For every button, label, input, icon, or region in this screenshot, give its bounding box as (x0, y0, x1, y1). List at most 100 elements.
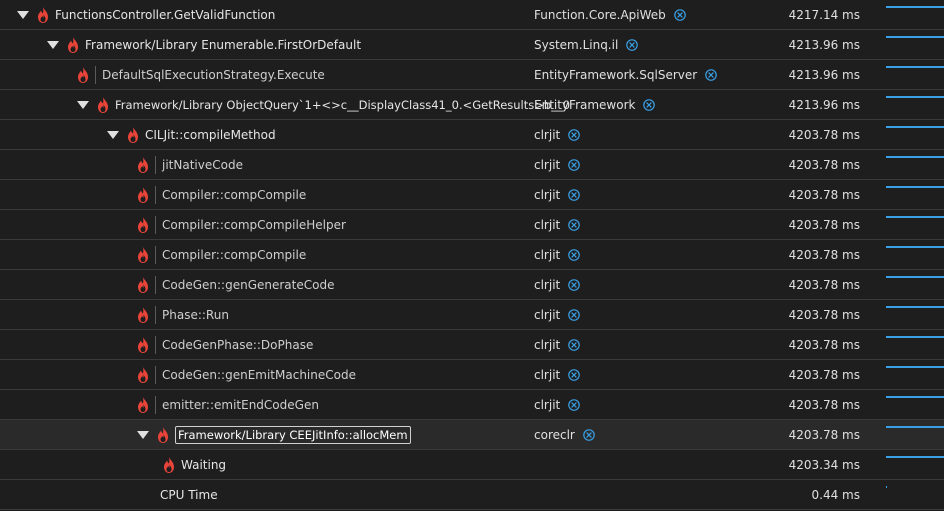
time-cell: 4203.78 ms (788, 127, 860, 142)
flame-icon (126, 126, 140, 143)
module-cell: clrjit (534, 210, 581, 239)
function-name: jitNativeCode (162, 157, 243, 172)
flame-icon (162, 456, 176, 473)
module-name: EntityFramework (534, 97, 636, 112)
time-bar (886, 486, 887, 488)
module-name: clrjit (534, 367, 561, 382)
table-row[interactable]: Framework/Library CEEJitInfo::allocMem c… (0, 420, 944, 450)
module-name: clrjit (534, 307, 561, 322)
circle-x-icon[interactable] (568, 188, 581, 201)
time-cell: 4203.78 ms (788, 397, 860, 412)
chevron-down-icon[interactable] (106, 128, 120, 142)
tree-guide-line (155, 395, 156, 414)
name-cell: Compiler::compCompile (136, 240, 306, 269)
circle-x-icon[interactable] (568, 398, 581, 411)
table-row[interactable]: CodeGen::genEmitMachineCode clrjit 4203.… (0, 360, 944, 390)
table-row[interactable]: CodeGen::genGenerateCode clrjit 4203.78 … (0, 270, 944, 300)
time-cell: 4203.78 ms (788, 307, 860, 322)
name-cell: Framework/Library Enumerable.FirstOrDefa… (46, 30, 361, 59)
time-cell: 0.44 ms (811, 487, 860, 502)
circle-x-icon[interactable] (583, 428, 595, 441)
table-row[interactable]: CPU Time 0.44 ms (0, 480, 944, 510)
circle-x-icon[interactable] (568, 338, 581, 351)
chevron-down-icon[interactable] (46, 38, 60, 52)
time-cell: 4203.78 ms (788, 187, 860, 202)
flame-icon (136, 186, 150, 203)
table-row[interactable]: CodeGenPhase::DoPhase clrjit 4203.78 ms (0, 330, 944, 360)
time-cell: 4203.78 ms (788, 247, 860, 262)
module-name: clrjit (534, 157, 561, 172)
table-row[interactable]: Compiler::compCompileHelper clrjit 4203.… (0, 210, 944, 240)
time-bar (886, 456, 944, 458)
flame-icon (136, 306, 150, 323)
function-name: Framework/Library CEEJitInfo::allocMem (175, 425, 411, 444)
name-cell: jitNativeCode (136, 150, 243, 179)
name-cell: Compiler::compCompile (136, 180, 306, 209)
circle-x-icon[interactable] (673, 8, 686, 21)
time-bar (886, 306, 944, 308)
module-name: clrjit (534, 397, 561, 412)
time-cell: 4217.14 ms (788, 7, 860, 22)
time-bar (886, 36, 944, 38)
table-row[interactable]: Framework/Library ObjectQuery`1+<>c__Dis… (0, 90, 944, 120)
chevron-down-icon[interactable] (16, 8, 30, 22)
module-cell: coreclr (534, 420, 595, 449)
flame-icon (36, 6, 50, 23)
table-row[interactable]: jitNativeCode clrjit 4203.78 ms (0, 150, 944, 180)
function-name: Framework/Library Enumerable.FirstOrDefa… (85, 37, 362, 52)
time-bar (886, 66, 944, 68)
function-name: Phase::Run (162, 307, 229, 322)
name-cell: Framework/Library ObjectQuery`1+<>c__Dis… (76, 90, 570, 119)
circle-x-icon[interactable] (626, 38, 639, 51)
chevron-down-icon[interactable] (76, 98, 90, 112)
table-row[interactable]: FunctionsController.GetValidFunction Fun… (0, 0, 944, 30)
module-name: clrjit (534, 217, 561, 232)
circle-x-icon[interactable] (568, 308, 581, 321)
module-cell: clrjit (534, 120, 581, 149)
module-name: coreclr (534, 427, 575, 442)
tree-guide-line (155, 215, 156, 234)
chevron-down-icon[interactable] (136, 428, 150, 442)
function-name: Compiler::compCompile (162, 187, 307, 202)
name-cell: CPU Time (160, 480, 218, 509)
circle-x-icon[interactable] (705, 68, 718, 81)
flame-icon (136, 396, 150, 413)
name-cell: DefaultSqlExecutionStrategy.Execute (76, 60, 325, 89)
table-row[interactable]: Phase::Run clrjit 4203.78 ms (0, 300, 944, 330)
function-name: CodeGen::genGenerateCode (162, 277, 335, 292)
time-bar (886, 336, 944, 338)
table-row[interactable]: Framework/Library Enumerable.FirstOrDefa… (0, 30, 944, 60)
module-cell: System.Linq.il (534, 30, 639, 59)
tree-guide-line (155, 305, 156, 324)
time-bar (886, 276, 944, 278)
table-row[interactable]: emitter::emitEndCodeGen clrjit 4203.78 m… (0, 390, 944, 420)
module-cell: clrjit (534, 240, 581, 269)
table-row[interactable]: DefaultSqlExecutionStrategy.Execute Enti… (0, 60, 944, 90)
module-cell: clrjit (534, 360, 581, 389)
flame-icon (136, 276, 150, 293)
time-bar (886, 96, 944, 98)
table-row[interactable]: CILJit::compileMethod clrjit 4203.78 ms (0, 120, 944, 150)
tree-guide-line (155, 335, 156, 354)
circle-x-icon[interactable] (568, 248, 581, 261)
circle-x-icon[interactable] (568, 278, 581, 291)
circle-x-icon[interactable] (568, 368, 581, 381)
time-cell: 4203.78 ms (788, 157, 860, 172)
flame-icon (136, 246, 150, 263)
module-name: clrjit (534, 337, 561, 352)
circle-x-icon[interactable] (568, 158, 581, 171)
tree-guide-line (155, 155, 156, 174)
circle-x-icon[interactable] (568, 128, 581, 141)
table-row[interactable]: Compiler::compCompile clrjit 4203.78 ms (0, 240, 944, 270)
function-name: Framework/Library ObjectQuery`1+<>c__Dis… (115, 97, 571, 112)
table-row[interactable]: Waiting 4203.34 ms (0, 450, 944, 480)
module-name: EntityFramework.SqlServer (534, 67, 698, 82)
flame-icon (136, 336, 150, 353)
circle-x-icon[interactable] (568, 218, 581, 231)
circle-x-icon[interactable] (643, 98, 656, 111)
function-name: Compiler::compCompile (162, 247, 307, 262)
time-bar (886, 186, 944, 188)
table-row[interactable]: Compiler::compCompile clrjit 4203.78 ms (0, 180, 944, 210)
function-name: CodeGenPhase::DoPhase (162, 337, 314, 352)
time-cell: 4203.78 ms (788, 427, 860, 442)
